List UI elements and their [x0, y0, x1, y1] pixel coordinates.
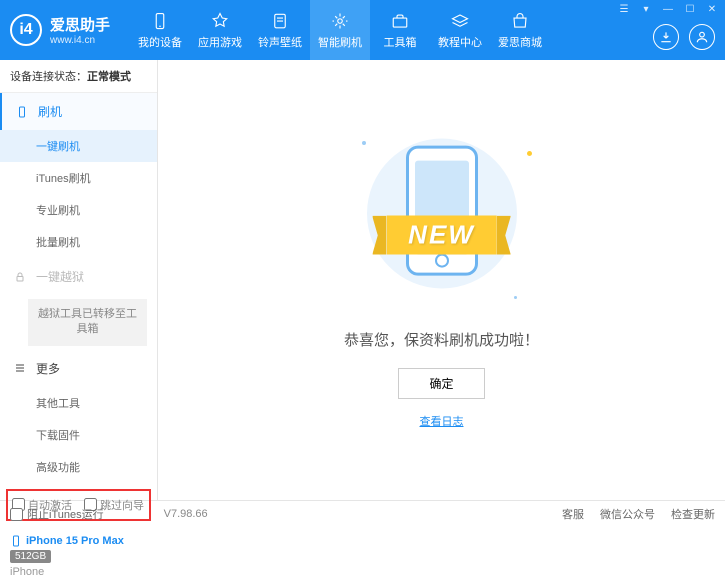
device-phone-icon: [10, 535, 22, 547]
block-itunes-checkbox[interactable]: 阻止iTunes运行: [10, 506, 104, 522]
success-message: 恭喜您，保资料刷机成功啦！: [344, 329, 539, 350]
nav-label: 铃声壁纸: [258, 34, 302, 50]
nav-label: 爱思商城: [498, 34, 542, 50]
footer-link-wechat[interactable]: 微信公众号: [600, 506, 655, 522]
user-button[interactable]: [689, 24, 715, 50]
section-jailbreak[interactable]: 一键越狱: [0, 258, 157, 295]
list-icon: [14, 362, 28, 374]
jailbreak-note: 越狱工具已转移至工具箱: [28, 299, 147, 346]
nav-my-device[interactable]: 我的设备: [130, 0, 190, 60]
app-header: i4 爱思助手 www.i4.cn 我的设备 应用游戏 铃声壁纸 智能刷机 工具…: [0, 0, 725, 60]
nav-tutorials[interactable]: 教程中心: [430, 0, 490, 60]
close-icon[interactable]: ✕: [705, 4, 719, 15]
phone-icon: [16, 106, 30, 118]
sidebar-item-download-fw[interactable]: 下载固件: [0, 419, 157, 451]
logo-icon: i4: [10, 14, 42, 46]
toolbox-icon: [390, 11, 410, 31]
footer-link-support[interactable]: 客服: [562, 506, 584, 522]
sidebar-item-pro-flash[interactable]: 专业刷机: [0, 194, 157, 226]
nav-label: 智能刷机: [318, 34, 362, 50]
new-ribbon: NEW: [386, 216, 497, 255]
music-icon: [270, 11, 290, 31]
nav-apps[interactable]: 应用游戏: [190, 0, 250, 60]
sidebar-item-itunes-flash[interactable]: iTunes刷机: [0, 162, 157, 194]
success-illustration: NEW: [342, 131, 542, 311]
maximize-icon[interactable]: ☐: [683, 4, 697, 15]
nav-label: 工具箱: [384, 34, 417, 50]
sidebar-item-advanced[interactable]: 高级功能: [0, 451, 157, 483]
storage-badge: 512GB: [10, 550, 51, 563]
nav-label: 应用游戏: [198, 34, 242, 50]
download-button[interactable]: [653, 24, 679, 50]
window-controls: ☰ ▾ — ☐ ✕: [617, 4, 719, 15]
footer-link-update[interactable]: 检查更新: [671, 506, 715, 522]
sidebar-item-other-tools[interactable]: 其他工具: [0, 387, 157, 419]
view-log-link[interactable]: 查看日志: [420, 413, 464, 429]
sidebar-item-onekey-flash[interactable]: 一键刷机: [0, 130, 157, 162]
lock-icon[interactable]: ▾: [639, 4, 653, 15]
app-title: 爱思助手: [50, 14, 110, 35]
header-actions: [653, 24, 715, 50]
version-label: V7.98.66: [164, 508, 208, 520]
device-name-row[interactable]: iPhone 15 Pro Max: [10, 535, 147, 547]
app-icon: [210, 11, 230, 31]
flash-icon: [330, 11, 350, 31]
store-icon: [510, 11, 530, 31]
nav-store[interactable]: 爱思商城: [490, 0, 550, 60]
device-status: 设备连接状态：正常模式: [0, 60, 157, 93]
sidebar: 设备连接状态：正常模式 刷机 一键刷机 iTunes刷机 专业刷机 批量刷机 一…: [0, 60, 158, 500]
minimize-icon[interactable]: —: [661, 4, 675, 15]
lock-icon: [14, 271, 28, 283]
sidebar-item-batch-flash[interactable]: 批量刷机: [0, 226, 157, 258]
logo: i4 爱思助手 www.i4.cn: [10, 14, 110, 46]
menu-icon[interactable]: ☰: [617, 4, 631, 15]
main-content: NEW 恭喜您，保资料刷机成功啦！ 确定 查看日志: [158, 60, 725, 500]
nav-label: 教程中心: [438, 34, 482, 50]
book-icon: [450, 11, 470, 31]
phone-icon: [150, 11, 170, 31]
nav-flash[interactable]: 智能刷机: [310, 0, 370, 60]
phone-illustration-icon: [406, 146, 478, 276]
app-subtitle: www.i4.cn: [50, 35, 110, 46]
section-flash[interactable]: 刷机: [0, 93, 157, 130]
device-info: iPhone 15 Pro Max 512GB iPhone: [0, 527, 157, 586]
section-more[interactable]: 更多: [0, 350, 157, 387]
device-type: iPhone: [10, 566, 147, 578]
nav-label: 我的设备: [138, 34, 182, 50]
confirm-button[interactable]: 确定: [398, 368, 484, 399]
nav-toolbox[interactable]: 工具箱: [370, 0, 430, 60]
nav-ringtones[interactable]: 铃声壁纸: [250, 0, 310, 60]
main-nav: 我的设备 应用游戏 铃声壁纸 智能刷机 工具箱 教程中心 爱思商城: [130, 0, 550, 60]
